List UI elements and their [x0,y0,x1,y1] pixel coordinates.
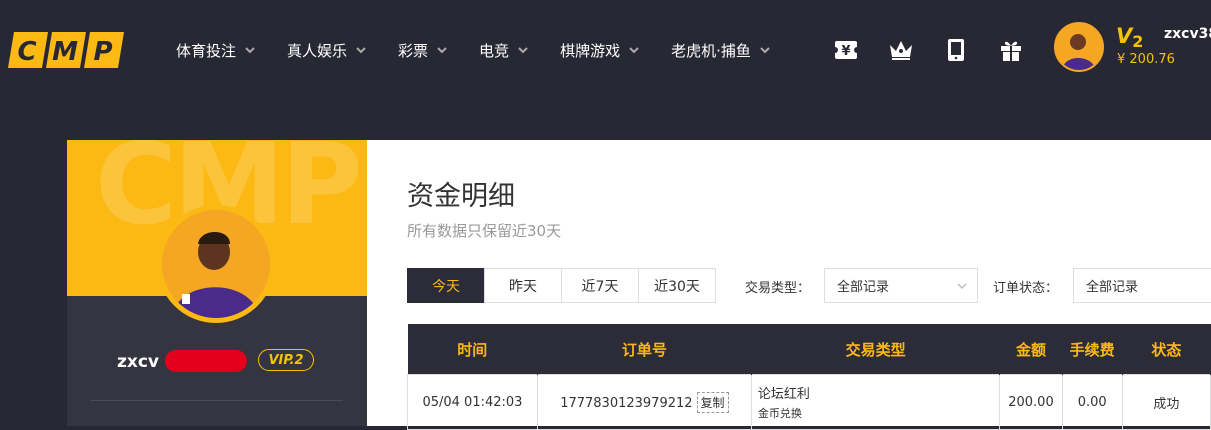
date-range-tabs: 今天 昨天 近7天 近30天 [407,268,716,303]
table-header-row: 时间 订单号 交易类型 金额 手续费 状态 [407,324,1211,375]
redaction-mark [165,350,247,372]
username-top[interactable]: zxcv38 [1164,26,1211,42]
cmp-logo[interactable]: C M P [8,32,124,68]
col-time: 时间 [407,324,538,375]
page-subtitle: 所有数据只保留近30天 [407,222,562,240]
transaction-subtype: 金币兑换 [757,407,802,420]
yen-ticket-icon[interactable]: ¥ [832,36,860,64]
chevron-down-icon [518,47,528,54]
divider [91,400,343,401]
order-number: 1777830123979212 [560,395,693,411]
nav-label: 真人娱乐 [287,41,348,60]
svg-text:M: M [52,37,78,67]
profile-avatar[interactable] [157,205,275,323]
transaction-type-label: 交易类型： [745,281,811,296]
tab-today[interactable]: 今天 [407,268,485,303]
col-order-number: 订单号 [537,324,752,375]
cell-order-number: 1777830123979212 复制 [536,374,752,430]
fund-details-table: 时间 订单号 交易类型 金额 手续费 状态 05/04 01:42:03 177… [407,324,1211,430]
chevron-down-icon [437,47,447,54]
nav-label: 体育投注 [176,41,237,60]
nav-label: 棋牌游戏 [560,41,621,60]
svg-text:C: C [17,37,36,67]
nav-sports[interactable]: 体育投注 [176,40,255,61]
chevron-down-icon [356,47,366,54]
nav-esports[interactable]: 电竞 [479,40,528,61]
chevron-down-icon [245,47,255,54]
page-title: 资金明细 [407,181,515,212]
fund-details-panel: 资金明细 所有数据只保留近30天 今天 昨天 近7天 近30天 交易类型： 全部… [367,140,1211,430]
table-row: 05/04 01:42:03 1777830123979212 复制 论坛红利 金… [407,374,1211,430]
cell-time: 05/04 01:42:03 [407,374,538,430]
tab-7-days[interactable]: 近7天 [561,268,639,303]
tab-30-days[interactable]: 近30天 [638,268,716,303]
col-fee: 手续费 [1062,324,1123,375]
order-status-label: 订单状态： [993,281,1059,296]
main-nav: 体育投注 真人娱乐 彩票 电竞 棋牌游戏 老虎机·捕鱼 [176,0,802,100]
order-status-select[interactable]: 全部记录 [1073,268,1211,303]
profile-username: zxcv [117,352,160,372]
col-status: 状态 [1122,324,1211,375]
select-value: 全部记录 [837,280,890,295]
copy-button[interactable]: 复制 [696,391,729,413]
nav-icon-group: ¥ [832,36,1052,64]
nav-lottery[interactable]: 彩票 [398,40,447,61]
balance-amount: ¥ 200.76 [1117,52,1175,67]
col-amount: 金额 [999,324,1063,375]
nav-label: 老虎机·捕鱼 [671,41,751,60]
vip-badge: VIP.2 [258,349,314,371]
svg-text:P: P [93,37,112,67]
user-avatar[interactable] [1054,22,1104,72]
cell-transaction-type: 论坛红利 金币兑换 [750,374,1001,430]
select-value: 全部记录 [1086,280,1139,295]
transaction-type: 论坛红利 [757,387,810,402]
cell-status: 成功 [1121,374,1211,430]
vip-level-mark: V2 [1116,24,1144,51]
nav-live-casino[interactable]: 真人娱乐 [287,40,366,61]
tab-yesterday[interactable]: 昨天 [484,268,562,303]
nav-label: 电竞 [479,41,510,60]
chevron-down-icon [760,47,770,54]
chevron-down-icon [957,283,967,289]
nav-card-games[interactable]: 棋牌游戏 [560,40,639,61]
chevron-down-icon [629,47,639,54]
transaction-type-select[interactable]: 全部记录 [824,268,978,303]
top-navbar: C M P 体育投注 真人娱乐 彩票 电竞 棋牌游戏 老虎机·捕鱼 ¥ V2 ¥… [0,0,1211,100]
nav-slots-fishing[interactable]: 老虎机·捕鱼 [671,40,770,61]
cell-amount: 200.00 [999,374,1063,430]
gift-icon[interactable] [997,36,1025,64]
nav-label: 彩票 [398,41,429,60]
profile-card: CMP zxcv VIP.2 [67,140,367,426]
crown-icon[interactable] [887,36,915,64]
cell-fee: 0.00 [1061,374,1123,430]
tablet-icon[interactable] [942,36,970,64]
col-transaction-type: 交易类型 [751,324,1001,375]
svg-text:¥: ¥ [841,44,850,59]
